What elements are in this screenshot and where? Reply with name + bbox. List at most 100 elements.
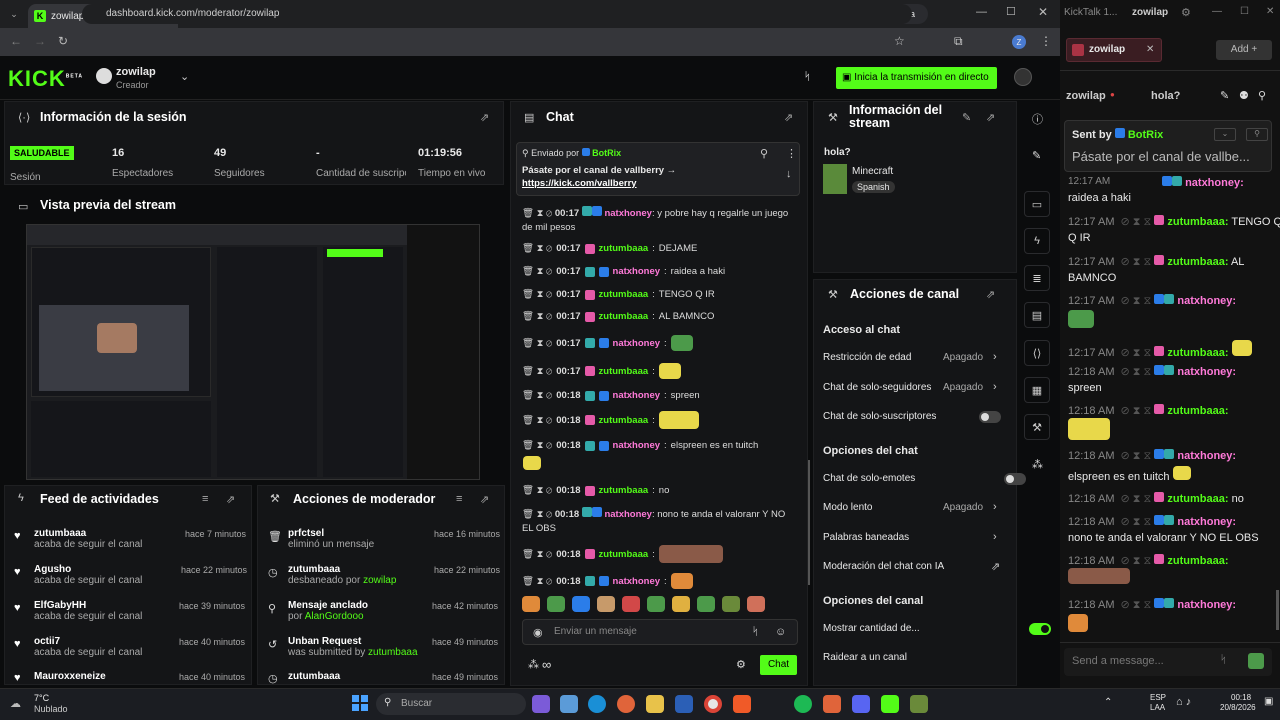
emoji-icon[interactable]: ☺ bbox=[775, 626, 786, 638]
users-icon[interactable]: ⁂ bbox=[1032, 458, 1043, 471]
kicktalk-message[interactable]: 12:18 AM ⊘ ⧗ ⧖ zutumbaaa: no bbox=[1068, 492, 1244, 506]
bookmark-star-icon[interactable]: ☆ bbox=[894, 34, 905, 48]
chat-message[interactable]: 🗑 ⧗ ⊘ 00:17 zutumbaaa: bbox=[522, 363, 681, 379]
kicktalk-expand-icon[interactable]: ⌄ bbox=[1214, 128, 1236, 141]
taskbar-search[interactable] bbox=[376, 693, 526, 715]
chat-message[interactable]: 🗑 ⧗ ⊘ 00:17 zutumbaaa: TENGO Q IR bbox=[522, 289, 715, 300]
followers-only-value[interactable]: Apagado bbox=[943, 382, 983, 393]
settings-gear-icon[interactable]: ⚙ bbox=[736, 658, 746, 671]
chat-message[interactable]: 🗑 ⧗ ⊘ 00:18 zutumbaaa: bbox=[522, 411, 699, 429]
lang-layout[interactable]: LAA bbox=[1150, 703, 1165, 712]
mod-action-by[interactable]: zutumbaaa bbox=[368, 647, 417, 658]
minecraft-icon[interactable] bbox=[910, 695, 928, 713]
age-restriction-label[interactable]: Restricción de edad bbox=[823, 352, 911, 363]
mod-panel-icon[interactable]: ▦ bbox=[1024, 377, 1050, 403]
edit-icon[interactable]: ✎ bbox=[962, 111, 971, 124]
emote-picker-icon[interactable] bbox=[1248, 653, 1264, 669]
chat-message[interactable]: 🗑 ⧗ ⊘ 00:17 zutumbaaa: DEJAME bbox=[522, 243, 697, 254]
word-icon[interactable] bbox=[675, 695, 693, 713]
chat-message[interactable]: 🗑 ⧗ ⊘ 00:18 natxhoney: spreen bbox=[522, 390, 700, 401]
firefox-icon[interactable] bbox=[617, 695, 635, 713]
banned-words-label[interactable]: Palabras baneadas bbox=[823, 532, 909, 543]
chevron-right-icon[interactable]: › bbox=[993, 501, 997, 513]
tab-search-icon[interactable]: ⌄ bbox=[6, 7, 22, 21]
clock-date[interactable]: 20/8/2026 bbox=[1220, 703, 1256, 712]
close-window-icon[interactable]: ✕ bbox=[1266, 6, 1274, 17]
back-icon[interactable]: ← bbox=[10, 34, 22, 48]
emote-icon[interactable] bbox=[547, 596, 565, 612]
kicktalk-user[interactable]: zowilap bbox=[1132, 7, 1168, 18]
pencil-icon[interactable]: ✎ bbox=[1220, 89, 1229, 102]
chat-send-button[interactable]: Chat bbox=[760, 655, 797, 675]
emote-icon[interactable] bbox=[747, 596, 765, 612]
chat-message[interactable]: 🗑 ⧗ ⊘ 00:18 zutumbaaa: bbox=[522, 545, 723, 563]
infinity-icon[interactable]: ∞ bbox=[542, 657, 551, 672]
chat-message[interactable]: 🗑 ⧗ ⊘ 00:18 zutumbaaa: no bbox=[522, 485, 669, 496]
reload-icon[interactable]: ↻ bbox=[58, 34, 68, 48]
channel-avatar[interactable] bbox=[96, 68, 112, 84]
chat-message[interactable]: 🗑 ⧗ ⊘ 00:18 natxhoney: elspreen es en tu… bbox=[522, 440, 758, 451]
stream-info-popout-icon[interactable]: ⇗ bbox=[986, 111, 995, 124]
maximize-icon[interactable]: ☐ bbox=[1240, 6, 1249, 17]
translate-icon[interactable]: ᛋ bbox=[1220, 654, 1227, 666]
channel-name[interactable]: zowilap bbox=[116, 66, 156, 78]
add-channel-button[interactable]: Add + bbox=[1216, 40, 1272, 60]
unpin-icon[interactable]: ⚲ bbox=[760, 147, 768, 160]
feed-user[interactable]: ElfGabyHH bbox=[34, 600, 142, 611]
chevron-right-icon[interactable]: › bbox=[993, 531, 997, 543]
raid-channel-label[interactable]: Raidear a un canal bbox=[823, 652, 907, 663]
mod-action-user[interactable]: zutumbaaa bbox=[288, 564, 396, 575]
pinned-link[interactable]: https://kick.com/vallberry bbox=[522, 178, 637, 189]
extensions-icon[interactable]: ⧉ bbox=[954, 34, 963, 49]
chat-scrollbar[interactable] bbox=[808, 460, 810, 585]
brave-icon[interactable] bbox=[733, 695, 751, 713]
chrome-icon[interactable] bbox=[704, 695, 722, 713]
emote-icon[interactable] bbox=[622, 596, 640, 612]
popout-icon[interactable]: ⇗ bbox=[480, 111, 489, 124]
url-field[interactable]: dashboard.kick.com/moderator/zowilap bbox=[82, 4, 912, 24]
mod-action-by[interactable]: AlanGordooo bbox=[305, 611, 364, 622]
emote-icon[interactable] bbox=[697, 596, 715, 612]
mod-action-user[interactable]: Mensaje anclado bbox=[288, 600, 368, 611]
settings-gear-icon[interactable]: ⚙ bbox=[1181, 6, 1191, 19]
chat-message[interactable]: 🗑 ⧗ ⊘ 00:17 zutumbaaa: AL BAMNCO bbox=[522, 311, 714, 322]
list-panel-icon[interactable]: ≣ bbox=[1024, 265, 1050, 291]
kicktalk-message[interactable]: 12:18 AM ⊘ ⧗ ⧖ natxhoney: bbox=[1068, 515, 1236, 529]
slow-mode-label[interactable]: Modo lento bbox=[823, 502, 872, 513]
users-icon[interactable]: ⁂ bbox=[528, 658, 539, 671]
feed-popout-icon[interactable]: ⇗ bbox=[226, 493, 235, 506]
kicktalk-message[interactable]: natxhoney: bbox=[1162, 176, 1244, 189]
kicktalk-message[interactable]: 12:18 AM ⊘ ⧗ ⧖ natxhoney: bbox=[1068, 598, 1236, 612]
mod-action-user[interactable]: prfctsel bbox=[288, 528, 374, 539]
feed-user[interactable]: octii7 bbox=[34, 636, 142, 647]
chat-message[interactable]: 🗑 ⧗ ⊘ 00:18 natxhoney: bbox=[522, 573, 693, 589]
edge-icon[interactable] bbox=[588, 695, 606, 713]
user-icon[interactable]: ⚉ bbox=[1239, 89, 1249, 102]
translate-icon[interactable]: ᛋ bbox=[804, 71, 811, 83]
spotify-icon[interactable] bbox=[794, 695, 812, 713]
filter-icon[interactable]: ≡ bbox=[456, 493, 462, 505]
go-live-button[interactable]: ▣ Inicia la transmisión en directo bbox=[836, 67, 997, 89]
show-count-toggle[interactable] bbox=[1029, 623, 1052, 635]
discord-icon[interactable] bbox=[852, 695, 870, 713]
chevron-up-icon[interactable]: ⌃ bbox=[1104, 697, 1112, 708]
kicktalk-message[interactable]: 12:18 AM ⊘ ⧗ ⧖ natxhoney: bbox=[1068, 365, 1236, 379]
chat-panel-icon[interactable]: ▤ bbox=[1024, 302, 1050, 328]
kick-app-icon[interactable] bbox=[881, 695, 899, 713]
wifi-volume-icon[interactable]: ⌂ ♪ bbox=[1176, 696, 1191, 708]
notification-icon[interactable]: ▣ bbox=[1264, 696, 1273, 707]
minimize-icon[interactable]: — bbox=[1212, 6, 1222, 17]
more-icon[interactable]: ⋮ bbox=[786, 147, 797, 160]
channel-actions-popout-icon[interactable]: ⇗ bbox=[986, 288, 995, 301]
kicktalk-message[interactable]: 12:18 AM ⊘ ⧗ ⧖ zutumbaaa: bbox=[1068, 554, 1229, 568]
explorer-icon[interactable] bbox=[646, 695, 664, 713]
clock-time[interactable]: 00:18 bbox=[1231, 693, 1251, 702]
stream-preview-video[interactable] bbox=[26, 224, 480, 480]
lang-code[interactable]: ESP bbox=[1150, 693, 1166, 702]
kicktalk-message[interactable]: 12:17 AM ⊘ ⧗ ⧖ zutumbaaa: bbox=[1068, 340, 1252, 360]
maximize-icon[interactable]: ☐ bbox=[1006, 5, 1016, 18]
emote-icon[interactable] bbox=[522, 596, 540, 612]
emote-icon[interactable] bbox=[597, 596, 615, 612]
emotes-only-toggle[interactable] bbox=[1004, 473, 1027, 485]
kicktalk-scrollbar[interactable] bbox=[1276, 590, 1279, 630]
